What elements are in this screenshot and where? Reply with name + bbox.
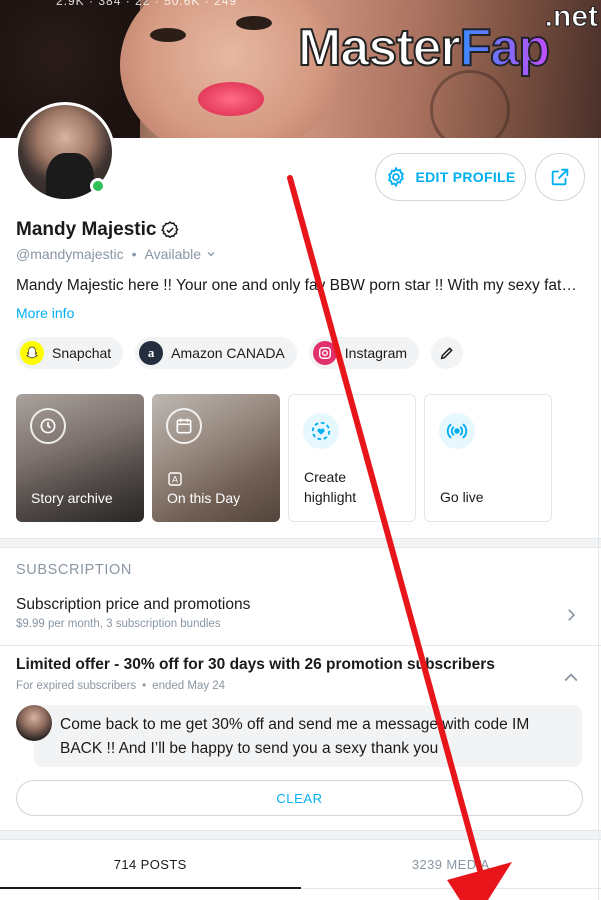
content-tabs: 714 POSTS 3239 MEDIA — [0, 841, 601, 889]
edit-social-links-button[interactable] — [431, 337, 464, 369]
tab-posts[interactable]: 714 POSTS — [0, 841, 301, 889]
clear-offer-button[interactable]: CLEAR — [16, 780, 583, 816]
profile-stats: 2.9K · 384 · 22 · 50.6K · 249 — [56, 0, 238, 8]
availability-status-dropdown[interactable]: Available — [144, 246, 217, 262]
share-profile-button[interactable] — [535, 153, 585, 201]
snapchat-link[interactable]: Snapchat — [16, 337, 124, 369]
instagram-icon — [312, 341, 337, 365]
verified-badge-icon — [161, 221, 179, 239]
profile-name: Mandy Majestic — [16, 219, 157, 240]
highlight-story-archive[interactable]: Story archive — [16, 394, 144, 522]
calendar-icon — [166, 408, 202, 444]
heart-circle-icon — [303, 413, 339, 449]
chevron-up-icon — [564, 673, 578, 682]
watermark-logo: MasterFap .net — [297, 0, 599, 78]
go-live-button[interactable]: Go live — [424, 394, 552, 522]
online-status-dot — [90, 178, 106, 194]
message-avatar — [16, 705, 52, 741]
subscription-section-title: SUBSCRIPTION — [16, 562, 132, 578]
instagram-link[interactable]: Instagram — [308, 337, 420, 369]
create-highlight-button[interactable]: Create highlight — [288, 394, 416, 522]
profile-bio: Mandy Majestic here !! Your one and only… — [16, 277, 577, 294]
edit-profile-label: EDIT PROFILE — [415, 169, 516, 185]
social-links: Snapchat a Amazon CANADA Instagram — [16, 337, 464, 369]
pencil-icon — [440, 347, 453, 360]
promotion-message: Come back to me get 30% off and send me … — [34, 705, 582, 767]
clock-icon — [30, 408, 66, 444]
share-icon — [551, 168, 569, 186]
amazon-link[interactable]: a Amazon CANADA — [135, 337, 297, 369]
tab-media[interactable]: 3239 MEDIA — [301, 841, 601, 888]
profile-handle: @mandymajestic — [16, 246, 124, 262]
chevron-down-icon — [207, 252, 215, 257]
highlight-on-this-day[interactable]: A On this Day — [152, 394, 280, 522]
amazon-icon: a — [139, 341, 164, 365]
profile-handle-row: @mandymajestic • Available — [16, 246, 217, 262]
edit-profile-button[interactable]: EDIT PROFILE — [375, 153, 526, 201]
svg-text:A: A — [172, 475, 178, 485]
letter-a-badge-icon: A — [168, 472, 182, 486]
highlights-row: Story archive A On this Day Create highli… — [16, 394, 552, 522]
gear-icon — [388, 166, 405, 188]
profile-name-row: Mandy Majestic — [16, 219, 180, 241]
snapchat-icon — [20, 341, 44, 365]
more-info-link[interactable]: More info — [16, 305, 74, 321]
chevron-right-icon — [568, 609, 576, 621]
section-divider — [0, 538, 601, 548]
live-broadcast-icon — [439, 413, 475, 449]
